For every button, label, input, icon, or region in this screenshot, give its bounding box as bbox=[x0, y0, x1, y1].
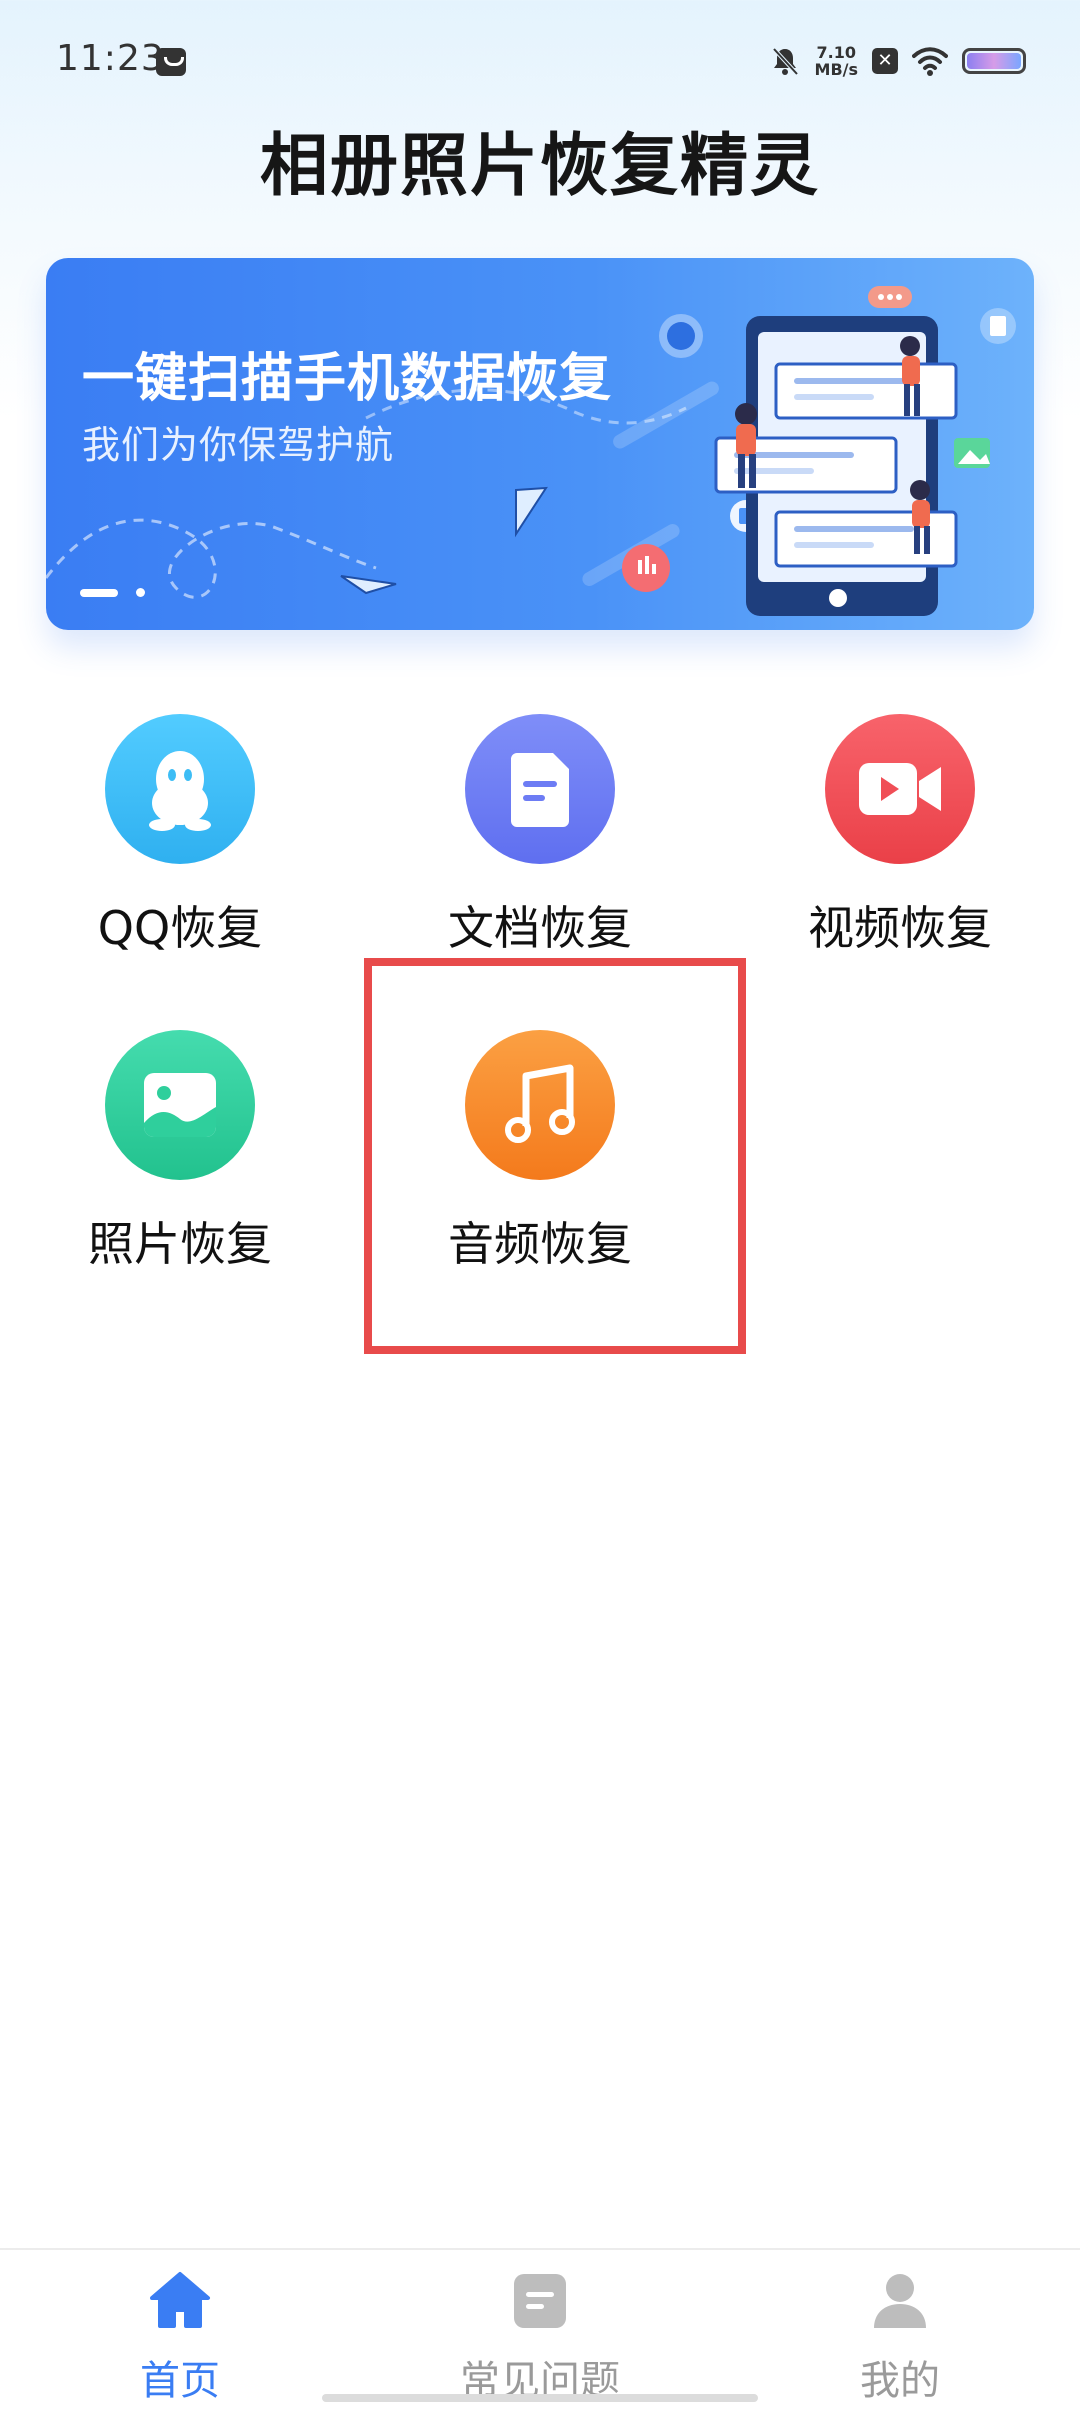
bottom-navigation: 首页 常见问题 我的 bbox=[0, 2248, 1080, 2410]
notification-icon bbox=[156, 48, 186, 76]
video-recovery-button[interactable]: 视频恢复 bbox=[740, 714, 1060, 974]
tab-profile[interactable]: 我的 bbox=[780, 2268, 1020, 2404]
photo-recovery-button[interactable]: 照片恢复 bbox=[20, 1030, 340, 1290]
banner-headline: 一键扫描手机数据恢复 bbox=[82, 349, 613, 409]
mute-bell-icon bbox=[772, 47, 798, 76]
status-bar: 11:23 7.10 MB/s ✕ bbox=[0, 0, 1080, 120]
image-icon bbox=[105, 1030, 255, 1180]
wifi-icon bbox=[912, 47, 948, 76]
network-speed-unit: MB/s bbox=[814, 60, 858, 79]
home-icon bbox=[150, 2272, 210, 2328]
photo-recovery-label: 照片恢复 bbox=[88, 1217, 272, 1271]
network-speed-value: 7.10 bbox=[816, 43, 856, 62]
qq-recovery-button[interactable]: QQ恢复 bbox=[20, 714, 340, 974]
page-dot-active bbox=[80, 588, 118, 597]
qq-penguin-icon bbox=[105, 714, 255, 864]
battery-icon bbox=[962, 48, 1026, 74]
qq-recovery-label: QQ恢复 bbox=[97, 901, 263, 955]
page-dot bbox=[136, 588, 145, 597]
status-time: 11:23 bbox=[56, 38, 165, 79]
gesture-home-bar[interactable] bbox=[322, 2394, 758, 2402]
no-sim-icon: ✕ bbox=[872, 48, 898, 74]
document-recovery-button[interactable]: 文档恢复 bbox=[380, 714, 700, 974]
tab-faq[interactable]: 常见问题 bbox=[420, 2268, 660, 2404]
document-icon bbox=[465, 714, 615, 864]
promo-banner[interactable]: 一键扫描手机数据恢复 我们为你保驾护航 bbox=[46, 258, 1034, 630]
tab-home[interactable]: 首页 bbox=[60, 2268, 300, 2404]
video-camera-icon bbox=[825, 714, 975, 864]
tab-profile-label: 我的 bbox=[860, 2358, 940, 2404]
banner-page-indicator bbox=[80, 588, 145, 597]
audio-recovery-highlight-box bbox=[364, 958, 746, 1354]
status-icons: 7.10 MB/s ✕ bbox=[769, 38, 1026, 84]
tab-home-label: 首页 bbox=[140, 2358, 220, 2404]
network-speed: 7.10 MB/s bbox=[815, 44, 858, 78]
video-recovery-label: 视频恢复 bbox=[808, 901, 992, 955]
app-title: 相册照片恢复精灵 bbox=[259, 127, 820, 206]
faq-doc-icon bbox=[514, 2274, 566, 2328]
banner-subtitle: 我们为你保驾护航 bbox=[82, 423, 395, 467]
document-recovery-label: 文档恢复 bbox=[448, 901, 632, 955]
user-icon bbox=[874, 2274, 926, 2328]
